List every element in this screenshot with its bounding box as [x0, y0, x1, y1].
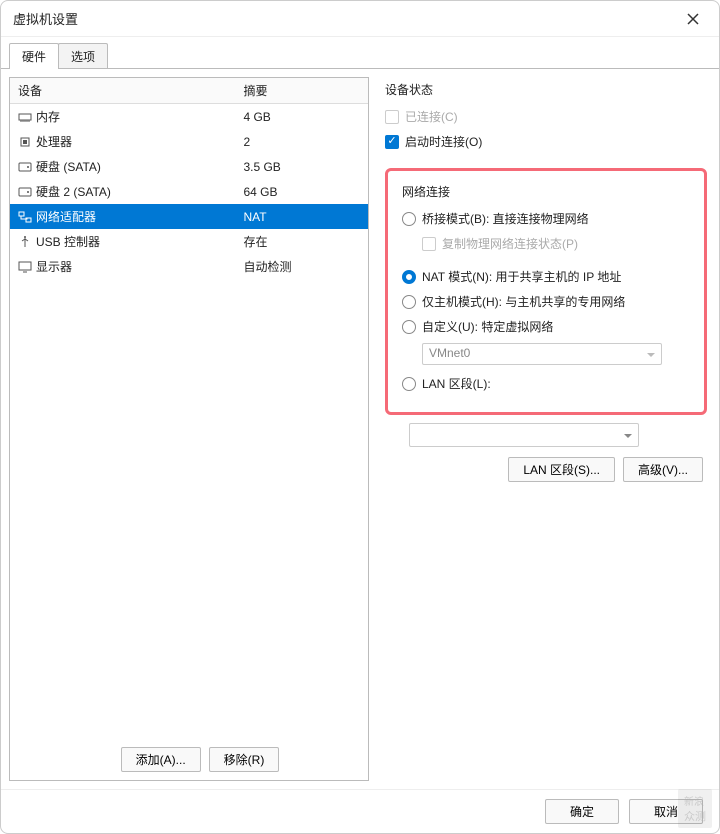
- lan-segment-label: LAN 区段(L):: [422, 375, 491, 392]
- checkbox-icon: [385, 135, 399, 149]
- network-buttons-row: LAN 区段(S)... 高级(V)...: [385, 457, 707, 482]
- add-button[interactable]: 添加(A)...: [121, 747, 201, 772]
- col-summary[interactable]: 摘要: [235, 78, 368, 104]
- nat-radio[interactable]: NAT 模式(N): 用于共享主机的 IP 地址: [402, 264, 690, 289]
- lan-segment-radio[interactable]: LAN 区段(L):: [402, 371, 690, 396]
- radio-icon: [402, 320, 416, 334]
- display-icon: [18, 261, 32, 273]
- device-name: 硬盘 (SATA): [36, 160, 101, 174]
- connect-at-poweron-row[interactable]: 启动时连接(O): [385, 129, 707, 154]
- tab-options[interactable]: 选项: [58, 43, 108, 69]
- device-status-label: 设备状态: [385, 81, 707, 98]
- bridged-label: 桥接模式(B): 直接连接物理网络: [422, 210, 589, 227]
- table-row[interactable]: 显示器 自动检测: [10, 254, 368, 279]
- device-summary: 64 GB: [235, 179, 368, 204]
- hostonly-label: 仅主机模式(H): 与主机共享的专用网络: [422, 293, 625, 310]
- checkbox-icon: [422, 237, 436, 251]
- device-table: 设备 摘要 内存4 GB处理器2硬盘 (SATA)3.5 GB硬盘 2 (SAT…: [10, 78, 368, 780]
- tab-bar: 硬件 选项: [1, 41, 719, 69]
- hostonly-radio[interactable]: 仅主机模式(H): 与主机共享的专用网络: [402, 289, 690, 314]
- radio-icon: [402, 377, 416, 391]
- nat-label: NAT 模式(N): 用于共享主机的 IP 地址: [422, 268, 621, 285]
- window-title: 虚拟机设置: [13, 9, 679, 28]
- network-connection-highlight: 网络连接 桥接模式(B): 直接连接物理网络 复制物理网络连接状态(P) NAT…: [385, 168, 707, 415]
- device-name: 显示器: [36, 260, 72, 274]
- close-button[interactable]: [679, 5, 707, 33]
- device-name: 网络适配器: [36, 210, 96, 224]
- connected-label: 已连接(C): [405, 108, 458, 125]
- network-connection-label: 网络连接: [402, 183, 690, 200]
- disk-icon: [18, 161, 32, 173]
- table-row[interactable]: 硬盘 2 (SATA) 64 GB: [10, 179, 368, 204]
- table-row[interactable]: 处理器 2: [10, 129, 368, 154]
- vm-settings-dialog: 虚拟机设置 硬件 选项 设备 摘要 内存 4 GB 处理器 2 硬盘 (SATA) 3.5…: [0, 0, 720, 834]
- connected-checkbox-row[interactable]: 已连接(C): [385, 104, 707, 129]
- device-summary: 3.5 GB: [235, 154, 368, 179]
- device-name: 处理器: [36, 135, 72, 149]
- replicate-label: 复制物理网络连接状态(P): [442, 235, 578, 252]
- network-icon: [18, 211, 32, 223]
- device-summary: 4 GB: [235, 104, 368, 130]
- device-status-group: 设备状态 已连接(C) 启动时连接(O): [385, 81, 707, 154]
- custom-radio[interactable]: 自定义(U): 特定虚拟网络: [402, 314, 690, 339]
- custom-label: 自定义(U): 特定虚拟网络: [422, 318, 553, 335]
- device-summary: 自动检测: [235, 254, 368, 279]
- device-list-panel: 设备 摘要 内存4 GB处理器2硬盘 (SATA)3.5 GB硬盘 2 (SAT…: [9, 77, 369, 781]
- content-area: 设备 摘要 内存4 GB处理器2硬盘 (SATA)3.5 GB硬盘 2 (SAT…: [1, 69, 719, 789]
- vmnet-select[interactable]: VMnet0: [422, 343, 662, 365]
- watermark: 新浪 众测: [678, 789, 712, 828]
- lan-segment-select[interactable]: [409, 423, 639, 447]
- bridged-radio[interactable]: 桥接模式(B): 直接连接物理网络: [402, 206, 690, 231]
- disk-icon: [18, 186, 32, 198]
- remove-button[interactable]: 移除(R): [209, 747, 280, 772]
- device-name: 内存: [36, 110, 60, 124]
- settings-panel: 设备状态 已连接(C) 启动时连接(O) 网络连接 桥接模式(B): 直接连接物…: [381, 77, 711, 781]
- table-row[interactable]: USB 控制器 存在: [10, 229, 368, 254]
- radio-icon: [402, 295, 416, 309]
- radio-icon: [402, 270, 416, 284]
- device-summary: NAT: [235, 204, 368, 229]
- close-icon: [687, 13, 699, 25]
- device-name: USB 控制器: [36, 235, 100, 249]
- col-device[interactable]: 设备: [10, 78, 235, 104]
- device-list-buttons: 添加(A)... 移除(R): [20, 739, 380, 780]
- advanced-button[interactable]: 高级(V)...: [623, 457, 703, 482]
- tab-hardware[interactable]: 硬件: [9, 43, 59, 69]
- device-summary: 2: [235, 129, 368, 154]
- titlebar: 虚拟机设置: [1, 1, 719, 37]
- device-summary: 存在: [235, 229, 368, 254]
- lan-segments-button[interactable]: LAN 区段(S)...: [508, 457, 615, 482]
- dialog-footer: 确定 取消: [1, 789, 719, 833]
- ok-button[interactable]: 确定: [545, 799, 619, 824]
- table-row[interactable]: 硬盘 (SATA) 3.5 GB: [10, 154, 368, 179]
- cpu-icon: [18, 136, 32, 148]
- table-row[interactable]: 网络适配器 NAT: [10, 204, 368, 229]
- usb-icon: [18, 236, 32, 248]
- replicate-checkbox[interactable]: 复制物理网络连接状态(P): [422, 231, 690, 256]
- checkbox-icon: [385, 110, 399, 124]
- device-name: 硬盘 2 (SATA): [36, 185, 111, 199]
- table-row[interactable]: 内存 4 GB: [10, 104, 368, 130]
- connect-at-poweron-label: 启动时连接(O): [405, 133, 482, 150]
- memory-icon: [18, 111, 32, 123]
- radio-icon: [402, 212, 416, 226]
